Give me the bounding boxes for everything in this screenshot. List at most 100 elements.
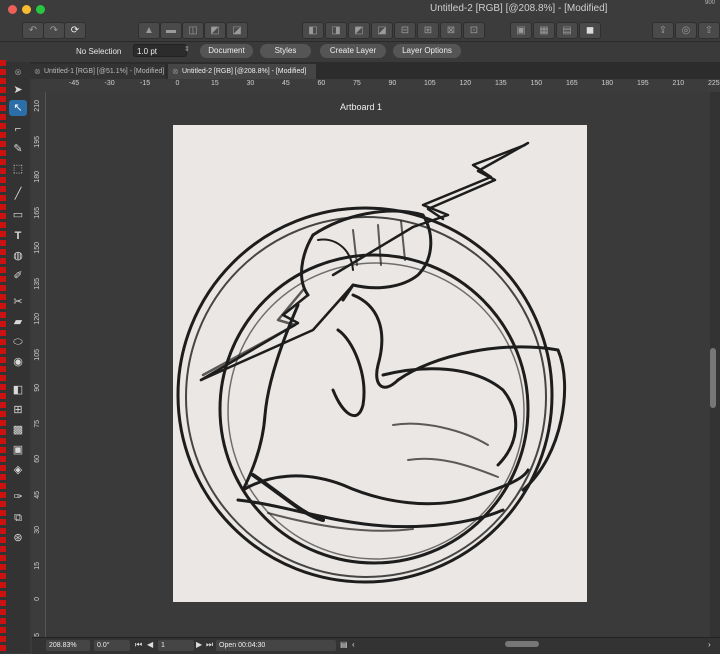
knife-icon[interactable]: ✂ <box>9 294 27 310</box>
ruler-tick-label: 210 <box>672 80 685 87</box>
history-icon[interactable]: ▤ <box>340 640 348 649</box>
title-bar: Untitled-2 [RGB] [@208.8%] - [Modified] … <box>0 0 720 19</box>
line-icon[interactable]: ╱ <box>9 186 27 202</box>
toolbar-button-11[interactable]: ⊞ <box>417 22 439 39</box>
pen-icon[interactable]: ✎ <box>9 141 27 157</box>
corner-icon[interactable]: ⌐ <box>9 121 27 137</box>
stroke-width-field[interactable]: 1.0 pt <box>133 44 187 57</box>
next-page-icon[interactable]: ▶ <box>196 640 202 649</box>
toolbar-button-17[interactable]: ◼ <box>579 22 601 39</box>
ruler-tick-label: 90 <box>34 384 41 392</box>
toolbar-button-1[interactable]: ▲ <box>138 22 160 39</box>
rotation-value: 0.0° <box>97 642 110 649</box>
layer-options-button[interactable]: Layer Options <box>393 44 461 58</box>
fill-icon[interactable]: ◍ <box>9 248 27 264</box>
zoom-window-button[interactable] <box>36 5 45 14</box>
toolbar-button-4[interactable]: ◩ <box>204 22 226 39</box>
eye-icon[interactable]: ◉ <box>9 354 27 370</box>
artboard[interactable] <box>173 125 587 602</box>
folder-icon: ▬ <box>166 25 176 36</box>
close-icon[interactable]: ⊗ <box>34 64 41 79</box>
zoom-field[interactable]: 208.83% <box>46 640 90 651</box>
group-icon: ◫ <box>188 25 198 36</box>
rotate-icon: ⊡ <box>469 25 479 36</box>
toolbar-button-9[interactable]: ◪ <box>371 22 393 39</box>
boolean-add-icon: ◧ <box>308 25 318 36</box>
scroll-right-icon[interactable]: › <box>708 640 711 649</box>
transform-icon[interactable]: ⊞ <box>9 402 27 418</box>
tab-untitled-1[interactable]: ⊗ Untitled-1 [RGB] [@51.1%] - [Modified] <box>30 64 165 79</box>
share-icon: ⇧ <box>704 25 714 36</box>
toolbar-button-5[interactable]: ◪ <box>226 22 248 39</box>
toolbar-button-12[interactable]: ⊠ <box>440 22 462 39</box>
open-time-field[interactable]: Open 00:04:30 <box>216 640 336 651</box>
node-icon[interactable]: ↖ <box>9 100 27 116</box>
redo-icon: ↷ <box>49 25 59 36</box>
undo-button[interactable]: ↶ <box>22 22 44 39</box>
page-field[interactable]: 1 <box>158 640 194 651</box>
main-toolbar: ↶ ↷ ⟳ ▲ ▬ ◫ ◩ ◪ ◧ ◨ ◩ ◪ ⊟ ⊞ ⊠ ⊡ ▣ ▦ ▤ ◼ … <box>0 19 720 41</box>
shape-icon[interactable]: ⬭ <box>9 334 27 350</box>
crop-icon[interactable]: ✑ <box>9 489 27 505</box>
align-icon: ⊟ <box>400 25 410 36</box>
ruler-tick-label: 105 <box>424 80 436 87</box>
redo-button[interactable]: ↷ <box>43 22 65 39</box>
window-title: Untitled-2 [RGB] [@208.8%] - [Modified] <box>430 3 608 14</box>
zoom-value: 208.83% <box>49 642 77 649</box>
vertical-ruler[interactable]: 2101951801651501351201059075604530150-15 <box>32 92 46 637</box>
close-window-button[interactable] <box>8 5 17 14</box>
styles-button[interactable]: Styles <box>260 44 311 58</box>
minimize-window-button[interactable] <box>22 5 31 14</box>
lightning-bolt <box>199 141 530 382</box>
toolbar-button-13[interactable]: ⊡ <box>463 22 485 39</box>
scroll-left-icon[interactable]: ‹ <box>352 640 355 649</box>
brush-icon[interactable]: ✐ <box>9 268 27 284</box>
status-bar: 208.83% 0.0° ⏮ ◀ 1 ▶ ⏭ Open 00:04:30 ▤ ‹… <box>32 637 720 654</box>
tab-label: Untitled-1 [RGB] [@51.1%] - [Modified] <box>44 68 165 75</box>
gradient-icon[interactable]: ◧ <box>9 382 27 398</box>
marquee-icon[interactable]: ⬚ <box>9 161 27 177</box>
document-button[interactable]: Document <box>200 44 253 58</box>
toolbar-button-3[interactable]: ◫ <box>182 22 204 39</box>
toolbar-button-15[interactable]: ▦ <box>533 22 555 39</box>
zoom-icon[interactable]: ⊛ <box>9 530 27 546</box>
ruler-tick-label: 135 <box>495 80 507 87</box>
toolbar-button-10[interactable]: ⊟ <box>394 22 416 39</box>
toolbar-button-20[interactable]: ⇧ <box>698 22 720 39</box>
layers-icon[interactable]: ◈ <box>9 462 27 478</box>
toolbar-button-2[interactable]: ▬ <box>160 22 182 39</box>
slice-icon[interactable]: ⧉ <box>9 510 27 526</box>
rotation-field[interactable]: 0.0° <box>94 640 130 651</box>
create-layer-button[interactable]: Create Layer <box>320 44 386 58</box>
rect-icon[interactable]: ▭ <box>9 207 27 223</box>
refresh-button[interactable]: ⟳ <box>64 22 86 39</box>
horizontal-scroll-thumb[interactable] <box>505 641 539 647</box>
toolbar-button-8[interactable]: ◩ <box>348 22 370 39</box>
close-icon[interactable]: ⊗ <box>172 64 179 79</box>
ruler-tick-label: -30 <box>104 80 115 87</box>
arrow-icon[interactable]: ➤ <box>9 82 27 98</box>
vertical-scroll-thumb[interactable] <box>710 348 716 408</box>
text-icon[interactable]: T <box>9 228 27 244</box>
ruler-tick-label: 195 <box>34 135 41 148</box>
mask-icon[interactable]: ▣ <box>9 442 27 458</box>
pattern-icon[interactable]: ▩ <box>9 422 27 438</box>
toolbar-button-7[interactable]: ◨ <box>325 22 347 39</box>
toolbar-button-18[interactable]: ⇪ <box>652 22 674 39</box>
grid-icon: ▦ <box>539 25 549 36</box>
toolbar-button-14[interactable]: ▣ <box>510 22 532 39</box>
tab-untitled-2[interactable]: ⊗ Untitled-2 [RGB] [@208.8%] - [Modified… <box>168 64 316 79</box>
open-time-value: Open 00:04:30 <box>219 642 266 649</box>
flip-icon: ⊠ <box>446 25 456 36</box>
last-page-icon[interactable]: ⏭ <box>206 640 213 650</box>
ruler-tick-label: 120 <box>34 313 41 325</box>
stepper-icon[interactable]: ⇕ <box>184 45 190 53</box>
prev-page-icon[interactable]: ◀ <box>147 640 153 649</box>
eraser-icon[interactable]: ▰ <box>9 314 27 330</box>
toolbar-button-19[interactable]: ◎ <box>675 22 697 39</box>
toolbar-button-16[interactable]: ▤ <box>556 22 578 39</box>
horizontal-ruler[interactable]: -45 -30 -15 0 15 30 45 60 75 90 105 120 135 150 165 180… <box>32 79 720 93</box>
close-panel-icon[interactable]: ⊗ <box>9 64 27 80</box>
toolbar-button-6[interactable]: ◧ <box>302 22 324 39</box>
first-page-icon[interactable]: ⏮ <box>135 640 142 650</box>
